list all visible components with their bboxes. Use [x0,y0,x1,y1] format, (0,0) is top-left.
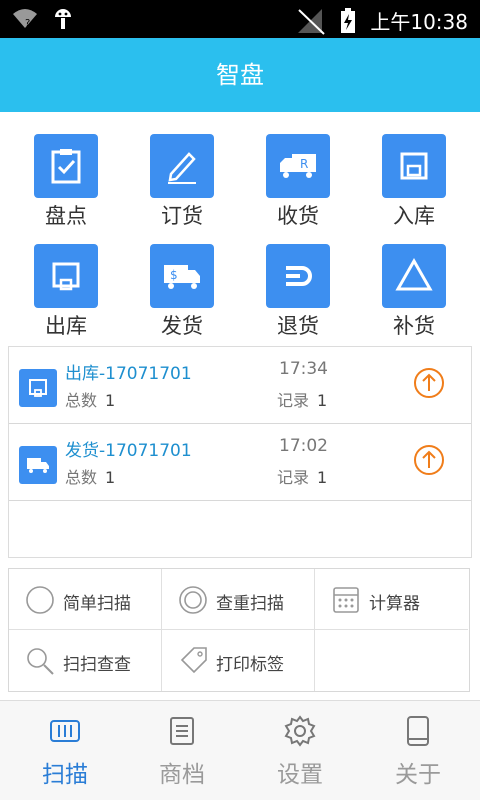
clipboard-check-icon [34,134,98,198]
tab-label: 扫描 [42,762,88,788]
tab-label: 商档 [159,762,205,788]
no-signal-icon [298,8,326,35]
outbox-icon [19,369,57,407]
list-item[interactable]: 发货-17071701 17:02 总数 1 记录 1 [9,424,471,501]
tile-label: 发货 [161,314,203,338]
tile-order[interactable]: 订货 [124,112,240,228]
tab-about[interactable]: 关于 [358,701,478,801]
quick-search-button[interactable]: 扫扫查查 [9,630,162,691]
record-time: 17:02 [279,436,328,456]
circle-icon [26,586,54,614]
tool-label: 扫扫查查 [63,655,131,675]
record-count: 总数 1 [65,391,116,410]
pencil-icon [150,134,214,198]
app-title: 智盘 [0,38,480,112]
calculator-icon [333,587,359,613]
outbox-icon [34,244,98,308]
tile-stock-in[interactable]: 入库 [356,112,472,228]
android-icon [55,9,71,29]
record-records: 记录 1 [277,391,328,410]
tile-inventory[interactable]: 盘点 [8,112,124,228]
simple-scan-button[interactable]: 简单扫描 [9,569,162,630]
list-item[interactable]: 出库-17071701 17:34 总数 1 记录 1 [9,347,471,424]
tile-label: 补货 [393,314,435,338]
wifi-icon: ? [13,9,37,29]
svg-text:?: ? [25,18,30,29]
tab-label: 设置 [277,762,323,788]
tile-return[interactable]: 退货 [240,222,356,338]
tab-label: 关于 [395,762,441,788]
upload-icon[interactable] [413,444,445,476]
tab-settings[interactable]: 设置 [240,701,360,801]
tool-label: 简单扫描 [63,594,131,614]
function-grid: 盘点 订货 R 收货 入库 出库 $ 发货 退货 补货 [0,112,480,340]
record-title: 出库-17071701 [65,364,192,384]
tools-panel: 简单扫描 查重扫描 计算器 扫扫查查 打印标签 [8,568,470,692]
record-time: 17:34 [279,359,328,379]
search-icon [27,648,54,675]
return-icon [266,244,330,308]
duplicate-scan-button[interactable]: 查重扫描 [162,569,315,630]
barcode-icon [50,720,80,742]
battery-charging-icon [341,7,356,33]
tablet-icon [407,716,429,746]
status-bar: ? 上午10:38 [0,0,480,38]
svg-text:$: $ [170,268,178,282]
triangle-icon [382,244,446,308]
tab-scan[interactable]: 扫描 [5,701,125,801]
svg-text:R: R [300,157,308,171]
tile-label: 退货 [277,314,319,338]
tile-label: 出库 [45,314,87,338]
truck-r-icon: R [266,134,330,198]
tile-receive[interactable]: R 收货 [240,112,356,228]
tile-stock-out[interactable]: 出库 [8,222,124,338]
inbox-icon [382,134,446,198]
tile-replenish[interactable]: 补货 [356,222,472,338]
empty-tool-slot [315,630,468,691]
tile-ship[interactable]: $ 发货 [124,222,240,338]
tool-label: 查重扫描 [216,594,284,614]
status-time: 上午10:38 [370,10,468,34]
record-list: 出库-17071701 17:34 总数 1 记录 1 发货-17071701 17… [8,346,472,558]
tool-label: 计算器 [369,594,420,614]
bottom-tab-bar: 扫描 商档 设置 关于 [0,700,480,800]
upload-icon[interactable] [413,367,445,399]
print-label-button[interactable]: 打印标签 [162,630,315,691]
truck-dollar-icon: $ [150,244,214,308]
record-title: 发货-17071701 [65,441,192,461]
double-circle-icon [179,586,207,614]
record-count: 总数 1 [65,468,116,487]
tag-icon [180,647,207,674]
record-records: 记录 1 [277,468,328,487]
document-icon [170,717,194,745]
tab-products[interactable]: 商档 [122,701,242,801]
calculator-button[interactable]: 计算器 [315,569,468,630]
tool-label: 打印标签 [216,655,284,675]
gear-icon [284,715,316,747]
truck-dollar-icon [19,446,57,484]
